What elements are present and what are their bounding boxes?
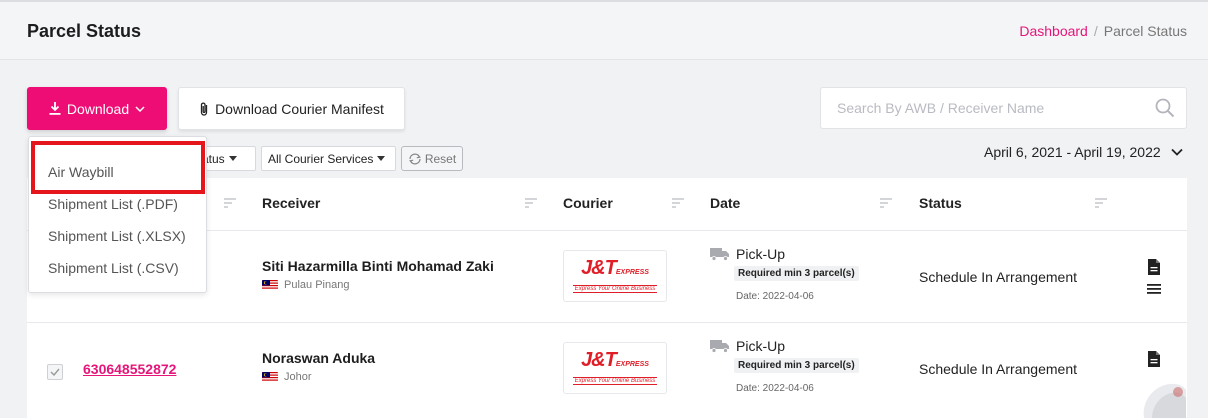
- download-courier-manifest-button[interactable]: Download Courier Manifest: [178, 87, 405, 130]
- courier-logo-text: J&TEXPRESS: [581, 349, 649, 371]
- download-courier-manifest-label: Download Courier Manifest: [215, 100, 384, 117]
- date-value: Date: 2022-04-06: [736, 383, 814, 394]
- download-icon: [49, 102, 61, 115]
- search-icon[interactable]: [1154, 97, 1176, 119]
- receiver-state: Pulau Pinang: [284, 279, 350, 291]
- receiver-name: Noraswan Aduka: [262, 350, 376, 366]
- breadcrumb: Dashboard / Parcel Status: [1019, 23, 1187, 39]
- courier-services-select[interactable]: All Courier Services: [261, 146, 396, 171]
- truck-icon: [710, 340, 729, 353]
- column-header-date[interactable]: Date: [710, 195, 740, 211]
- menu-icon[interactable]: [1147, 283, 1161, 295]
- courier-services-label: All Courier Services: [268, 151, 374, 166]
- column-header-status[interactable]: Status: [919, 195, 962, 211]
- date-type: Pick-Up: [710, 338, 785, 354]
- document-icon[interactable]: [1147, 351, 1161, 367]
- search-input[interactable]: [821, 88, 1141, 128]
- courier-logo-jnt: J&TEXPRESS Express Your Online Business: [563, 342, 667, 394]
- row-checkbox[interactable]: [47, 364, 63, 380]
- sort-icon[interactable]: [880, 198, 892, 208]
- highlight-annotation-box: [31, 141, 205, 194]
- floating-widget-icon: [1143, 383, 1186, 418]
- chevron-down-icon: [135, 105, 145, 112]
- receiver-state: Johor: [284, 371, 312, 383]
- courier-tagline: Express Your Online Business: [572, 377, 658, 385]
- date-range-label: April 6, 2021 - April 19, 2022: [984, 144, 1161, 160]
- sort-icon[interactable]: [525, 198, 537, 208]
- min-parcel-badge: Required min 3 parcel(s): [734, 266, 859, 281]
- breadcrumb-dashboard-link[interactable]: Dashboard: [1019, 23, 1088, 39]
- chevron-down-icon: [1171, 148, 1183, 156]
- column-header-receiver[interactable]: Receiver: [262, 195, 320, 211]
- breadcrumb-separator: /: [1093, 23, 1098, 39]
- page-title: Parcel Status: [27, 21, 142, 41]
- menu-item-shipment-list-xlsx[interactable]: Shipment List (.XLSX): [48, 228, 186, 244]
- courier-logo-jnt: J&TEXPRESS Express Your Online Business: [563, 250, 667, 302]
- row-divider: [27, 322, 1187, 323]
- reset-button[interactable]: Reset: [401, 146, 463, 171]
- malaysia-flag-icon: [262, 372, 278, 382]
- download-button-label: Download: [66, 100, 130, 117]
- document-icon[interactable]: [1147, 259, 1161, 275]
- courier-logo-text: J&TEXPRESS: [581, 257, 649, 279]
- receiver-location: Johor: [262, 371, 312, 383]
- checkbox-check-icon: [50, 368, 60, 376]
- date-type: Pick-Up: [710, 246, 785, 262]
- date-type-label: Pick-Up: [736, 246, 786, 262]
- column-header-courier[interactable]: Courier: [563, 195, 613, 211]
- sort-icon[interactable]: [672, 198, 684, 208]
- page-header: Parcel Status Dashboard / Parcel Status: [0, 2, 1208, 60]
- caret-down-icon: [228, 156, 237, 161]
- date-value: Date: 2022-04-06: [736, 291, 814, 302]
- receiver-location: Pulau Pinang: [262, 279, 349, 291]
- sort-icon[interactable]: [1095, 198, 1107, 208]
- refresh-icon: [408, 153, 421, 164]
- awb-number-link[interactable]: 630648552872: [83, 361, 176, 377]
- caret-down-icon: [377, 156, 386, 161]
- sort-icon[interactable]: [224, 198, 236, 208]
- menu-item-shipment-list-pdf[interactable]: Shipment List (.PDF): [48, 196, 178, 212]
- courier-tagline: Express Your Online Business: [572, 285, 658, 293]
- receiver-name: Siti Hazarmilla Binti Mohamad Zaki: [262, 258, 494, 274]
- reset-label: Reset: [424, 151, 457, 166]
- status-text: Schedule In Arrangement: [919, 269, 1077, 285]
- paperclip-icon: [200, 102, 208, 116]
- search-box: [820, 87, 1187, 129]
- date-type-label: Pick-Up: [736, 338, 786, 354]
- malaysia-flag-icon: [262, 280, 278, 290]
- breadcrumb-current: Parcel Status: [1103, 23, 1187, 39]
- menu-item-shipment-list-csv[interactable]: Shipment List (.CSV): [48, 260, 179, 276]
- status-text: Schedule In Arrangement: [919, 361, 1077, 377]
- download-button[interactable]: Download: [27, 87, 167, 130]
- truck-icon: [710, 248, 729, 261]
- date-range-picker[interactable]: April 6, 2021 - April 19, 2022: [984, 144, 1183, 160]
- min-parcel-badge: Required min 3 parcel(s): [734, 358, 859, 373]
